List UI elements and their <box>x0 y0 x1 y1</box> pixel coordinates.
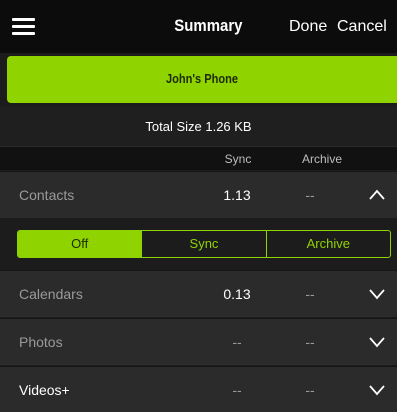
category-row-contacts[interactable]: Contacts 1.13 -- <box>0 171 397 218</box>
sync-size-value: -- <box>232 334 242 350</box>
category-label: Calendars <box>19 286 83 302</box>
category-label: Videos+ <box>19 382 70 398</box>
archive-size-value: -- <box>305 286 315 302</box>
category-label: Contacts <box>19 187 75 203</box>
column-header-row: Sync Archive <box>0 146 397 170</box>
category-row-videos[interactable]: Videos+ -- -- <box>0 366 397 412</box>
sync-size-value: -- <box>232 382 242 398</box>
archive-size-value: -- <box>305 187 315 203</box>
category-row-photos[interactable]: Photos -- -- <box>0 318 397 365</box>
page-title: Summary <box>174 16 243 35</box>
done-button[interactable]: Done <box>289 18 327 36</box>
segment-sync[interactable]: Sync <box>142 231 267 257</box>
total-size-text: Total Size 1.26 KB <box>145 119 252 134</box>
chevron-down-icon[interactable] <box>369 335 385 349</box>
segment-archive[interactable]: Archive <box>267 231 390 257</box>
contacts-options-panel: Off Sync Archive <box>0 219 397 269</box>
archive-size-value: -- <box>305 382 315 398</box>
cancel-button[interactable]: Cancel <box>337 18 387 36</box>
sync-mode-segmented-control: Off Sync Archive <box>17 230 391 258</box>
chevron-down-icon[interactable] <box>369 383 385 397</box>
hamburger-menu-icon[interactable] <box>12 18 35 36</box>
segment-off[interactable]: Off <box>18 231 143 257</box>
sync-size-value: 1.13 <box>223 187 251 203</box>
sync-size-value: 0.13 <box>223 286 251 302</box>
column-header-archive: Archive <box>301 152 342 166</box>
total-size-row: Total Size 1.26 KB <box>0 106 397 146</box>
top-bar: Summary Done Cancel <box>0 0 397 53</box>
archive-size-value: -- <box>305 334 315 350</box>
chevron-up-icon[interactable] <box>369 188 385 202</box>
chevron-down-icon[interactable] <box>369 287 385 301</box>
category-label: Photos <box>19 334 63 350</box>
device-name: John's Phone <box>165 71 239 86</box>
column-header-sync: Sync <box>224 152 252 166</box>
device-banner: John's Phone <box>7 56 397 103</box>
category-row-calendars[interactable]: Calendars 0.13 -- <box>0 270 397 317</box>
